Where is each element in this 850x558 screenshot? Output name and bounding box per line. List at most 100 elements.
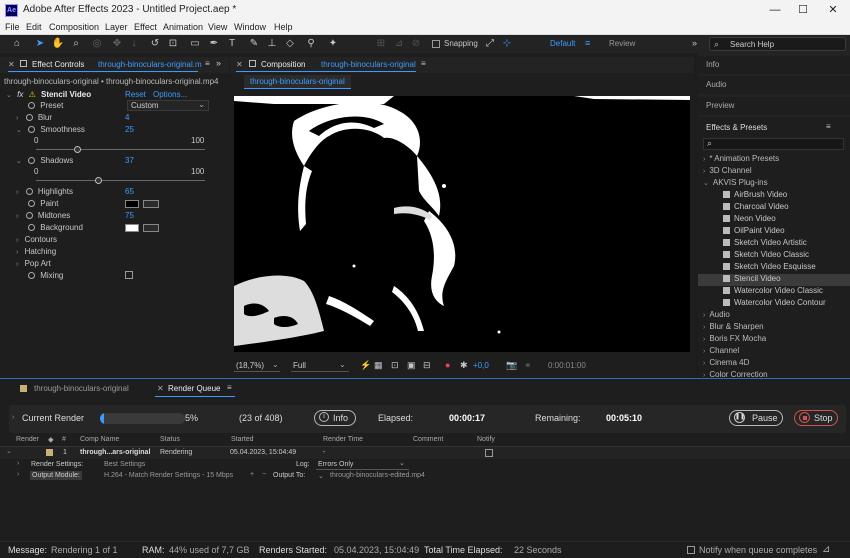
pan-camera-icon[interactable]: ✥ <box>110 37 124 51</box>
grid-guides-icon[interactable]: ⊟ <box>423 360 431 371</box>
preset-dropdown[interactable]: Custom ⌄ <box>127 100 209 111</box>
menu-animation[interactable]: Animation <box>163 22 203 32</box>
zoom-tool-icon[interactable]: ⌕ <box>69 37 83 51</box>
minimize-button[interactable]: — <box>768 3 782 17</box>
stopwatch-icon[interactable] <box>28 272 35 280</box>
effects-category[interactable]: › Channel <box>698 346 850 358</box>
col-render-time[interactable]: Render Time <box>323 436 363 443</box>
orbit-camera-icon[interactable]: ◎ <box>90 37 104 51</box>
workspace-menu-icon[interactable]: ≡ <box>585 38 590 48</box>
current-time[interactable]: 0:00:01:00 <box>548 361 586 370</box>
contours-group[interactable]: › Contours <box>16 235 57 244</box>
chevron-right-icon[interactable]: › <box>16 213 18 220</box>
panel-menu-icon[interactable]: ≡ <box>421 59 426 68</box>
effects-item[interactable]: Watercolor Video Classic <box>698 286 850 298</box>
tab-close-icon[interactable]: ✕ <box>236 60 243 69</box>
effects-item[interactable]: AirBrush Video <box>698 190 850 202</box>
chevron-down-icon[interactable]: ⌄ <box>16 127 22 134</box>
menu-edit[interactable]: Edit <box>26 22 42 32</box>
stopwatch-icon[interactable] <box>28 102 35 110</box>
smoothness-value[interactable]: 25 <box>125 125 134 134</box>
rectangle-tool-icon[interactable]: ▭ <box>188 37 202 51</box>
composition-subtab[interactable]: through-binoculars-original <box>244 75 351 89</box>
remove-output-module-icon[interactable]: − <box>262 471 266 478</box>
exposure-reset-icon[interactable]: ✱ <box>460 360 468 371</box>
mask-visibility-icon[interactable]: ⊡ <box>391 360 399 371</box>
panel-menu-icon[interactable]: ≡ <box>227 383 232 392</box>
chevron-right-icon[interactable]: › <box>16 115 18 122</box>
selection-tool-icon[interactable]: ➤ <box>33 37 47 51</box>
effects-category[interactable]: › Boris FX Mocha <box>698 334 850 346</box>
stopwatch-icon[interactable] <box>28 126 36 134</box>
render-queue-item-row[interactable]: ⌄ 1 through...ars-original Rendering 05.… <box>0 447 850 459</box>
effects-category[interactable]: › Cinema 4D <box>698 358 850 370</box>
rotation-tool-icon[interactable]: ↺ <box>148 37 162 51</box>
show-snapshot-icon[interactable]: ⚭ <box>524 360 532 371</box>
effects-item[interactable]: Neon Video <box>698 214 850 226</box>
chevron-right-icon[interactable]: › <box>16 249 18 256</box>
type-tool-icon[interactable]: T <box>225 37 239 51</box>
menu-help[interactable]: Help <box>274 22 293 32</box>
brush-tool-icon[interactable]: ✎ <box>247 37 261 51</box>
eraser-tool-icon[interactable]: ◇ <box>283 37 297 51</box>
composition-tab-label[interactable]: Composition <box>261 60 305 69</box>
timeline-tab[interactable]: through-binoculars-original <box>34 384 129 393</box>
pen-tool-icon[interactable]: ✒ <box>207 37 221 51</box>
composition-viewer[interactable] <box>234 96 690 352</box>
chevron-right-icon[interactable]: › <box>17 471 19 478</box>
exposure-value[interactable]: +0,0 <box>473 361 489 370</box>
fast-preview-icon[interactable]: ⚡ <box>360 360 371 371</box>
effects-item[interactable]: Watercolor Video Contour <box>698 298 850 310</box>
overflow-chevron-icon[interactable]: » <box>692 38 697 48</box>
close-button[interactable]: ✕ <box>826 3 840 17</box>
transparency-grid-icon[interactable]: ▦ <box>374 360 383 371</box>
label-tag-icon[interactable]: ⬥ <box>48 435 54 445</box>
mixing-checkbox[interactable] <box>125 271 133 279</box>
world-axis-icon[interactable]: ⊿ <box>392 37 406 51</box>
puppet-tool-icon[interactable]: ✦ <box>326 37 340 51</box>
options-link[interactable]: Options... <box>153 90 187 99</box>
chevron-right-icon[interactable]: › <box>703 360 705 367</box>
add-output-module-icon[interactable]: + <box>250 471 254 478</box>
chevron-down-icon[interactable]: ⌄ <box>6 92 12 99</box>
output-to-chevron-icon[interactable]: ⌄ <box>318 472 324 480</box>
clone-stamp-icon[interactable]: ⊥ <box>265 37 279 51</box>
paint-eyedropper-icon[interactable] <box>143 200 159 208</box>
shadows-slider-knob[interactable] <box>94 177 102 184</box>
chevron-down-icon[interactable]: ⌄ <box>16 158 22 165</box>
effects-item[interactable]: Stencil Video <box>698 274 850 286</box>
stop-button[interactable]: Stop <box>794 410 838 426</box>
preview-panel-header[interactable]: Preview <box>698 97 850 115</box>
menu-window[interactable]: Window <box>234 22 266 32</box>
effects-item[interactable]: Sketch Video Classic <box>698 250 850 262</box>
background-color-swatch[interactable] <box>125 224 139 232</box>
stopwatch-icon[interactable] <box>25 188 33 196</box>
chevron-right-icon[interactable]: › <box>703 156 705 163</box>
local-axis-icon[interactable]: ⊞ <box>374 37 388 51</box>
effects-item[interactable]: Charcoal Video <box>698 202 850 214</box>
chevron-down-icon[interactable]: ⌄ <box>6 447 12 455</box>
render-settings-value[interactable]: Best Settings <box>104 461 145 468</box>
fx-toggle-icon[interactable]: fx <box>17 90 23 99</box>
info-panel-header[interactable]: Info <box>698 56 850 74</box>
chevron-right-icon[interactable]: › <box>12 414 14 421</box>
col-comment[interactable]: Comment <box>413 436 443 443</box>
shadows-value[interactable]: 37 <box>125 156 134 165</box>
effects-category[interactable]: › Blur & Sharpen <box>698 322 850 334</box>
chevron-right-icon[interactable]: › <box>703 312 705 319</box>
info-button[interactable]: i Info <box>314 410 356 426</box>
effect-controls-tab-file[interactable]: through-binoculars-original.m <box>98 60 202 69</box>
output-module-value[interactable]: H.264 - Match Render Settings - 15 Mbps <box>104 472 233 479</box>
output-to-value[interactable]: through-binoculars-edited.mp4 <box>330 472 425 479</box>
snapshot-icon[interactable]: 📷 <box>506 360 517 371</box>
composition-tab-name[interactable]: through-binoculars-original <box>321 60 416 69</box>
menu-file[interactable]: File <box>5 22 20 32</box>
snap-grid-icon[interactable]: ⊹ <box>500 37 514 51</box>
menu-composition[interactable]: Composition <box>49 22 99 32</box>
workspace-review[interactable]: Review <box>609 39 635 48</box>
col-notify[interactable]: Notify <box>477 436 495 443</box>
col-number[interactable]: # <box>62 436 66 443</box>
pop-art-group[interactable]: › Pop Art <box>16 259 51 268</box>
chevron-right-icon[interactable]: › <box>17 460 19 467</box>
resolution-dropdown[interactable]: Full ⌄ <box>291 359 349 372</box>
